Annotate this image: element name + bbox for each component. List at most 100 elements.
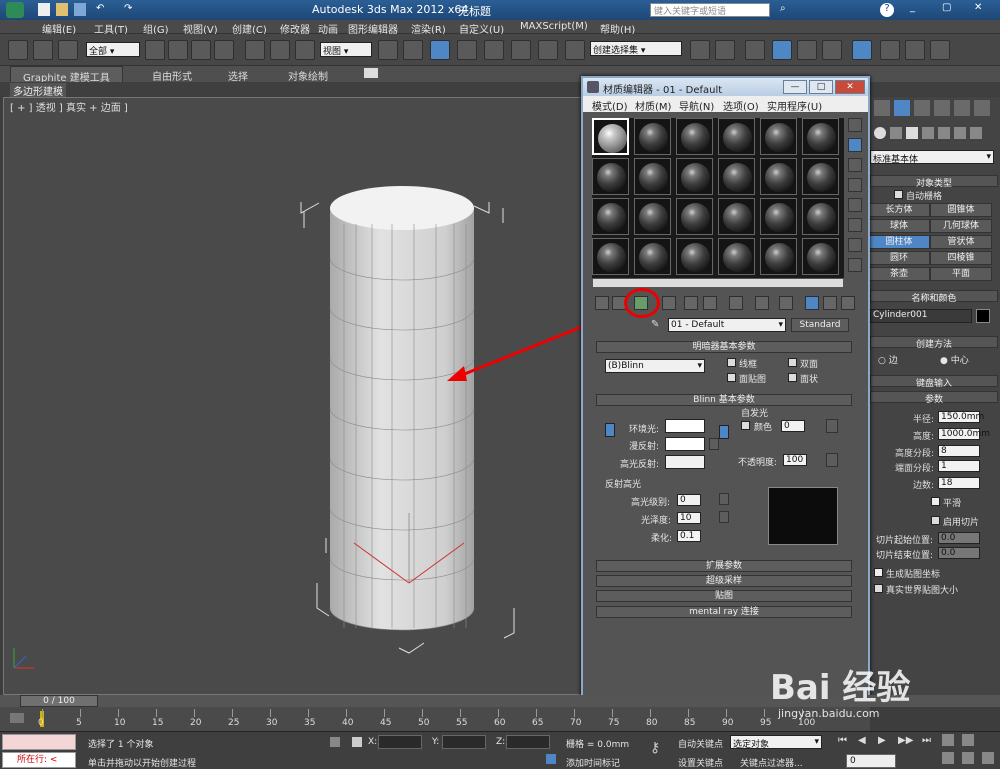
time-tag-icon[interactable] xyxy=(546,754,556,764)
reset-map-icon[interactable] xyxy=(662,296,676,310)
pan-icon[interactable] xyxy=(942,752,954,764)
track-bar[interactable]: 0 5 10 15 20 25 30 35 40 45 50 55 60 65 70 75 80 85 90 95 10… xyxy=(0,707,870,731)
new-file-icon[interactable] xyxy=(38,3,50,16)
glossiness-value[interactable]: 10 xyxy=(677,512,701,524)
center-radio[interactable]: ● 中心 xyxy=(940,353,969,366)
lock-ambient-diffuse-icon[interactable] xyxy=(605,423,615,437)
specular-level-map-button[interactable] xyxy=(719,493,729,505)
y-coordinate-field[interactable] xyxy=(442,735,486,749)
material-sample-slot[interactable] xyxy=(718,158,755,195)
keyboard-shortcut-icon[interactable] xyxy=(430,40,450,60)
put-to-library-icon[interactable] xyxy=(729,296,743,310)
material-sample-slot[interactable] xyxy=(802,158,839,195)
smooth-checkbox[interactable] xyxy=(931,497,940,506)
glossiness-map-button[interactable] xyxy=(719,511,729,523)
medit-menu-utilities[interactable]: 实用程序(U) xyxy=(767,98,822,113)
percent-snap-icon[interactable] xyxy=(511,40,531,60)
medit-menu-options[interactable]: 选项(O) xyxy=(723,98,759,113)
material-sample-slot[interactable] xyxy=(592,198,629,235)
bind-spacewarp-icon[interactable] xyxy=(58,40,78,60)
material-sample-slot[interactable] xyxy=(676,238,713,275)
zoom-all-icon[interactable] xyxy=(962,734,974,746)
slice-to-field[interactable]: 0.0 xyxy=(938,547,980,559)
object-name-field[interactable]: Cylinder001 xyxy=(870,309,972,323)
play-icon[interactable]: ▶ xyxy=(878,735,886,746)
edit-named-sets-icon[interactable] xyxy=(565,40,585,60)
torus-button[interactable]: 圆环 xyxy=(868,251,930,265)
render-setup-icon[interactable] xyxy=(880,40,900,60)
select-manipulate-icon[interactable] xyxy=(403,40,423,60)
rendered-frame-icon[interactable] xyxy=(905,40,925,60)
plane-button[interactable]: 平面 xyxy=(930,267,992,281)
spacewarps-icon[interactable] xyxy=(954,127,966,139)
window-crossing-icon[interactable] xyxy=(214,40,234,60)
scale-icon[interactable] xyxy=(295,40,315,60)
redo-icon[interactable]: ↷ xyxy=(124,3,132,14)
move-icon[interactable] xyxy=(245,40,265,60)
orbit-icon[interactable] xyxy=(962,752,974,764)
search-input[interactable]: 键入关键字或短语 xyxy=(650,3,770,17)
schematic-view-icon[interactable] xyxy=(822,40,842,60)
diffuse-swatch[interactable] xyxy=(665,437,705,451)
hierarchy-tab-icon[interactable] xyxy=(914,100,930,116)
medit-menu-mode[interactable]: 模式(D) xyxy=(592,98,628,113)
object-color-swatch[interactable] xyxy=(976,309,990,323)
material-id-icon[interactable] xyxy=(755,296,769,310)
x-coordinate-field[interactable] xyxy=(378,735,422,749)
eyedropper-icon[interactable]: ✎ xyxy=(651,319,659,330)
supersampling-header[interactable]: 超级采样 xyxy=(596,575,852,587)
modify-tab-icon[interactable] xyxy=(894,100,910,116)
radius-field[interactable]: 150.0mm xyxy=(938,411,984,423)
sample-uv-icon[interactable] xyxy=(848,178,862,192)
height-field[interactable]: 1000.0mm xyxy=(938,428,990,440)
make-preview-icon[interactable] xyxy=(848,218,862,232)
box-button[interactable]: 长方体 xyxy=(868,203,930,217)
wire-checkbox[interactable] xyxy=(727,358,736,367)
video-color-icon[interactable] xyxy=(848,198,862,212)
z-coordinate-field[interactable] xyxy=(506,735,550,749)
time-slider-handle[interactable]: 0 / 100 xyxy=(20,695,98,707)
menu-maxscript[interactable]: MAXScript(M) xyxy=(520,21,588,32)
poly-modeling-label[interactable]: 多边形建模 xyxy=(10,83,66,98)
set-key-label[interactable]: 设置关键点 xyxy=(678,756,723,769)
align-icon[interactable] xyxy=(715,40,735,60)
primitive-category-dropdown[interactable]: 标准基本体 ▾ xyxy=(870,150,994,165)
cameras-icon[interactable] xyxy=(922,127,934,139)
go-end-icon[interactable]: ⏭ xyxy=(922,735,931,746)
select-by-name-icon[interactable] xyxy=(168,40,188,60)
binoculars-icon[interactable]: ⌕ xyxy=(780,3,786,14)
mental-ray-header[interactable]: mental ray 连接 xyxy=(596,606,852,618)
autogrid-checkbox[interactable] xyxy=(894,190,903,199)
helpers-icon[interactable] xyxy=(938,127,950,139)
material-sample-slot[interactable] xyxy=(718,118,755,155)
current-frame-field[interactable]: 0 xyxy=(846,754,896,768)
cylinder-button[interactable]: 圆柱体 xyxy=(868,235,930,249)
curve-editor-icon[interactable] xyxy=(797,40,817,60)
soften-value[interactable]: 0.1 xyxy=(677,530,701,542)
slice-checkbox[interactable] xyxy=(931,516,940,525)
material-sample-slot[interactable] xyxy=(802,198,839,235)
diffuse-map-button[interactable] xyxy=(709,438,719,450)
make-unique-icon[interactable] xyxy=(703,296,717,310)
rect-selection-icon[interactable] xyxy=(191,40,211,60)
specular-level-value[interactable]: 0 xyxy=(677,494,701,506)
shader-basic-header[interactable]: 明暗器基本参数 xyxy=(596,341,852,353)
backlight-icon[interactable] xyxy=(848,138,862,152)
open-file-icon[interactable] xyxy=(56,3,68,16)
slice-from-field[interactable]: 0.0 xyxy=(938,532,980,544)
maximize-viewport-icon[interactable] xyxy=(982,752,994,764)
zoom-icon[interactable] xyxy=(942,734,954,746)
creation-method-header[interactable]: 创建方法 xyxy=(870,336,998,350)
height-segments-field[interactable]: 8 xyxy=(938,445,980,457)
close-icon[interactable]: ✕ xyxy=(974,2,982,13)
add-time-tag[interactable]: 添加时间标记 xyxy=(566,756,620,769)
systems-icon[interactable] xyxy=(970,127,982,139)
app-logo-icon[interactable] xyxy=(6,2,24,18)
name-color-header[interactable]: 名称和颜色 xyxy=(870,290,998,304)
tab-selection[interactable]: 选择 xyxy=(228,68,248,83)
undo-icon[interactable]: ↶ xyxy=(96,3,104,14)
reference-coord-dropdown[interactable]: 视图 ▾ xyxy=(320,42,372,57)
prev-frame-icon[interactable]: ◀ xyxy=(858,735,866,746)
material-sample-slot[interactable] xyxy=(760,238,797,275)
keyboard-entry-header[interactable]: 键盘输入 xyxy=(870,375,998,389)
